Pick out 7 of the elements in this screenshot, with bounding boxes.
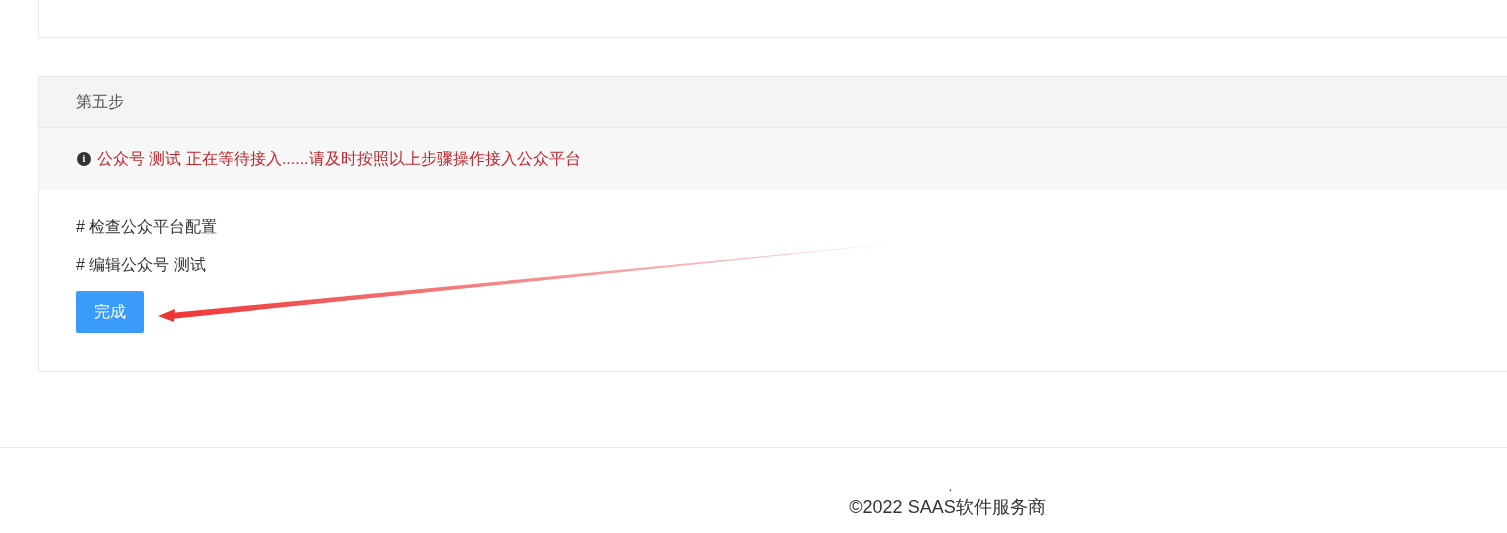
footer-dot: . xyxy=(948,480,953,494)
info-icon: i xyxy=(77,152,91,166)
alert-text: 公众号 测试 正在等待接入......请及时按照以上步骤操作接入公众平台 xyxy=(97,149,581,169)
copyright-text: ©2022 SAAS软件服务商 xyxy=(849,496,1046,519)
link[interactable]: # 编辑公众号 测试 xyxy=(76,253,206,277)
panel-title: 第五步 xyxy=(76,92,124,112)
link[interactable]: # 检查公众平台配置 xyxy=(76,215,218,239)
